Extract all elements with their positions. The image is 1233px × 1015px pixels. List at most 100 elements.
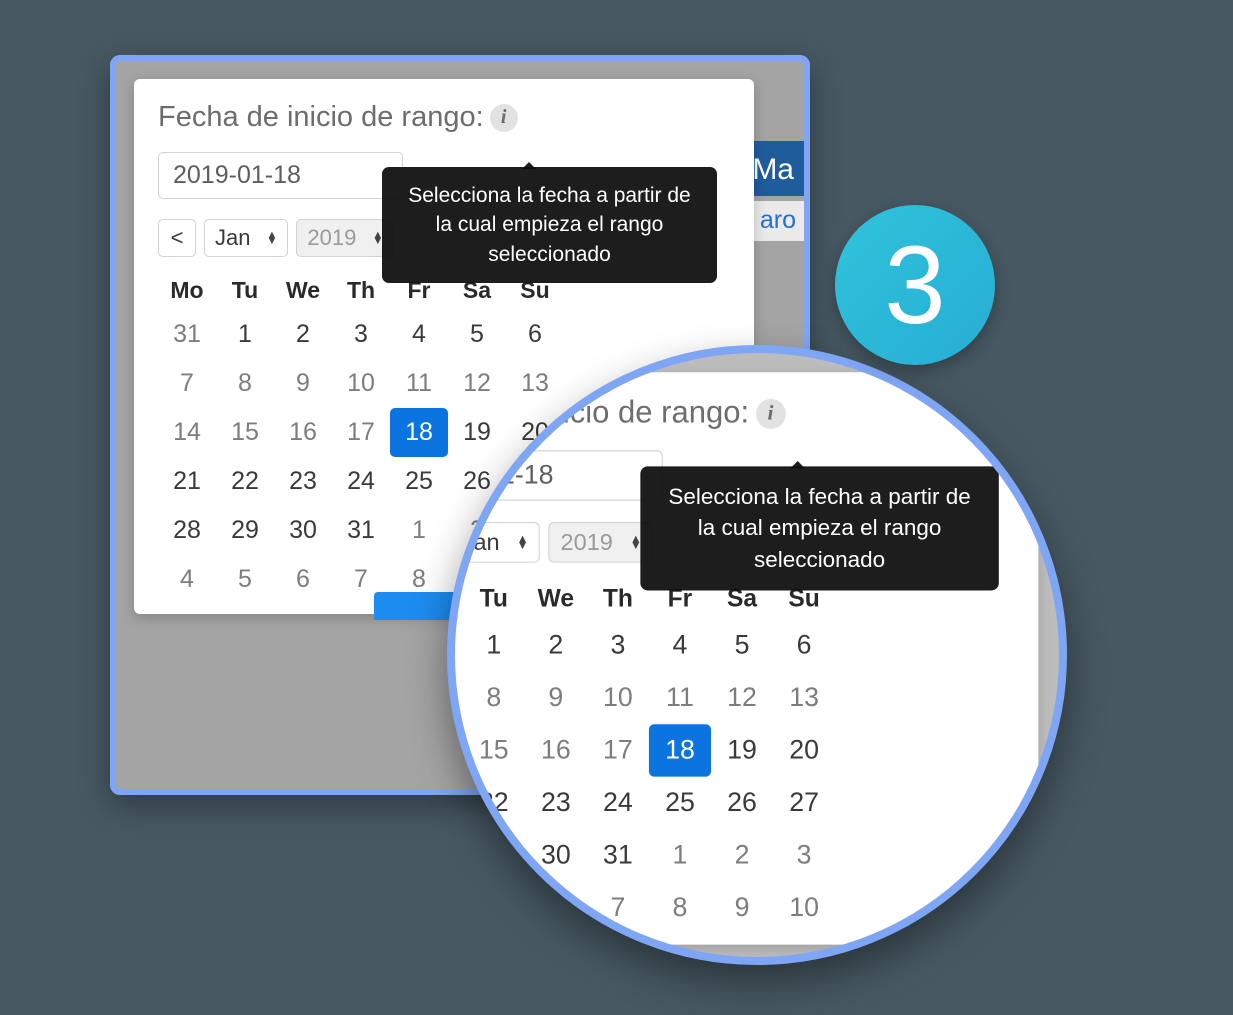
calendar-day[interactable]: 24 [587,777,649,829]
calendar-day[interactable]: 31 [447,619,463,671]
calendar-day[interactable]: 4 [447,882,463,934]
calendar-day[interactable]: 5 [463,882,525,934]
date-range-card: Fecha de inicio de rango: i < Jan ▲▼ 201… [447,372,1038,944]
card-title-row: Fecha de inicio de rango: i [447,396,1013,431]
calendar-day[interactable]: 3 [332,310,390,359]
calendar-day[interactable]: 30 [274,506,332,555]
info-tooltip: Selecciona la fecha a partir de la cual … [640,466,998,590]
calendar-day[interactable]: 2 [711,829,773,881]
calendar-day[interactable]: 23 [274,457,332,506]
calendar-day[interactable]: 4 [158,555,216,604]
start-date-input[interactable] [447,450,663,500]
calendar-day[interactable]: 9 [525,672,587,724]
calendar-day[interactable]: 15 [463,724,525,776]
calendar-day[interactable]: 6 [274,555,332,604]
step-number: 3 [884,222,945,349]
calendar-day[interactable]: 8 [216,359,274,408]
calendar-day[interactable]: 15 [216,408,274,457]
calendar-day[interactable]: 6 [506,310,564,359]
calendar-day[interactable]: 28 [447,829,463,881]
calendar-day[interactable]: 11 [390,359,448,408]
calendar-day[interactable]: 10 [773,882,835,934]
calendar-day[interactable]: 24 [332,457,390,506]
calendar-day[interactable]: 10 [587,672,649,724]
calendar-day[interactable]: 3 [773,829,835,881]
tooltip-text: Selecciona la fecha a partir de la cual … [668,485,970,573]
calendar-day[interactable]: 21 [158,457,216,506]
calendar-day[interactable]: 26 [711,777,773,829]
year-value: 2019 [307,225,356,251]
calendar-day[interactable]: 22 [463,777,525,829]
calendar-day[interactable]: 25 [649,777,711,829]
calendar-day[interactable]: 27 [773,777,835,829]
calendar-day[interactable]: 31 [158,310,216,359]
calendar-day[interactable]: 5 [448,310,506,359]
calendar-day[interactable]: 1 [390,506,448,555]
weekday-label: Mo [158,271,216,310]
sort-icon: ▲▼ [517,536,529,549]
calendar-day[interactable]: 22 [216,457,274,506]
calendar-day[interactable]: 4 [649,619,711,671]
prev-month-button[interactable]: < [158,219,196,257]
calendar-day[interactable]: 16 [274,408,332,457]
weekday-label: Tu [463,578,525,620]
calendar-day[interactable]: 1 [649,829,711,881]
step-number-badge: 3 [835,205,995,365]
calendar-day[interactable]: 14 [158,408,216,457]
calendar-day[interactable]: 18 [649,724,711,776]
calendar-day[interactable]: 17 [587,724,649,776]
calendar-day[interactable]: 20 [773,724,835,776]
month-select[interactable]: Jan ▲▼ [204,219,288,257]
month-select[interactable]: Jan ▲▼ [450,522,540,563]
calendar-day[interactable]: 9 [711,882,773,934]
start-date-input[interactable] [158,152,403,199]
calendar-day[interactable]: 11 [649,672,711,724]
calendar-day[interactable]: 7 [587,882,649,934]
calendar-day[interactable]: 28 [158,506,216,555]
calendar-day[interactable]: 3 [587,619,649,671]
calendar-day[interactable]: 12 [711,672,773,724]
sort-icon: ▲▼ [266,232,277,244]
calendar-day[interactable]: 4 [390,310,448,359]
calendar-day[interactable]: 6 [525,882,587,934]
weekday-label: Tu [216,271,274,310]
calendar-day[interactable]: 31 [587,829,649,881]
info-icon[interactable]: i [756,398,786,428]
info-icon[interactable]: i [490,104,518,132]
tooltip-text: Selecciona la fecha a partir de la cual … [408,184,691,266]
calendar-day[interactable]: 29 [216,506,274,555]
calendar-day[interactable]: 30 [525,829,587,881]
weekday-label: We [274,271,332,310]
card-title: Fecha de inicio de rango: [447,396,749,431]
calendar-day[interactable]: 18 [390,408,448,457]
info-tooltip: Selecciona la fecha a partir de la cual … [382,167,717,283]
calendar-day[interactable]: 31 [332,506,390,555]
bg-text-fragment: aro [760,206,796,235]
calendar-day[interactable]: 5 [216,555,274,604]
calendar-day[interactable]: 10 [332,359,390,408]
calendar-day[interactable]: 1 [216,310,274,359]
year-select[interactable]: 2019 ▲▼ [296,219,394,257]
calendar-day[interactable]: 17 [332,408,390,457]
calendar-grid: 3112345678910111213141516171819202122232… [447,619,1013,934]
calendar-day[interactable]: 6 [773,619,835,671]
calendar-day[interactable]: 8 [463,672,525,724]
bg-text-fragment: Ma [752,153,794,187]
calendar-day[interactable]: 16 [525,724,587,776]
calendar-day[interactable]: 9 [274,359,332,408]
calendar-day[interactable]: 19 [711,724,773,776]
weekday-label: We [525,578,587,620]
calendar-day[interactable]: 8 [649,882,711,934]
card-title: Fecha de inicio de rango: [158,101,484,134]
month-value: Jan [215,225,250,251]
year-select[interactable]: 2019 ▲▼ [549,522,654,563]
calendar-day[interactable]: 7 [158,359,216,408]
calendar-day[interactable]: 5 [711,619,773,671]
calendar-day[interactable]: 29 [463,829,525,881]
calendar-day[interactable]: 23 [525,777,587,829]
calendar-day[interactable]: 13 [773,672,835,724]
calendar-day[interactable]: 2 [525,619,587,671]
calendar-day[interactable]: 1 [463,619,525,671]
calendar-day[interactable]: 25 [390,457,448,506]
calendar-day[interactable]: 2 [274,310,332,359]
